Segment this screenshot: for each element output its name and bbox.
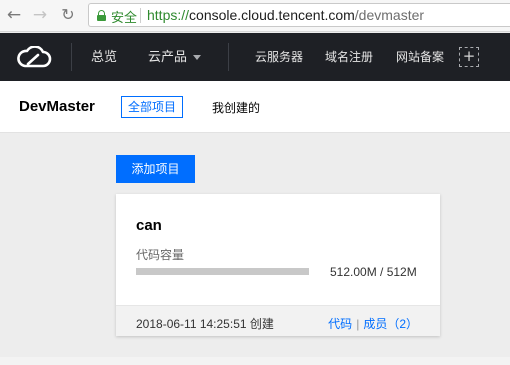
url-text[interactable]: https://console.cloud.tencent.com/devmas… [147, 7, 424, 23]
tab-my-projects[interactable]: 我创建的 [212, 99, 260, 116]
nav-products[interactable]: 云产品 [148, 48, 202, 66]
reload-icon[interactable]: ↻ [58, 5, 78, 25]
link-divider: | [356, 317, 360, 331]
capacity-value: 512.00M / 512M [330, 265, 417, 279]
add-project-button[interactable]: 添加项目 [116, 155, 195, 183]
back-arrow-icon[interactable]: ← [4, 5, 24, 25]
nav-icp[interactable]: 网站备案 [396, 48, 444, 66]
project-name[interactable]: can [136, 217, 162, 234]
code-link[interactable]: 代码 [328, 317, 352, 331]
project-card[interactable]: can 代码容量 512.00M / 512M 2018-06-11 14:25… [116, 194, 440, 336]
capacity-progress-fill [136, 268, 309, 275]
project-card-footer: 2018-06-11 14:25:51 创建 代码 | 成员（2） [116, 305, 440, 336]
address-bar[interactable]: 安全 https://console.cloud.tencent.com/dev… [88, 3, 510, 27]
url-scheme: https:// [147, 7, 190, 23]
tab-all-projects[interactable]: 全部项目 [121, 96, 184, 118]
secure-label: 安全 [111, 10, 138, 25]
nav-overview[interactable]: 总览 [91, 48, 117, 66]
nav-domain[interactable]: 域名注册 [325, 48, 373, 66]
caret-down-icon [193, 55, 202, 61]
page-title: DevMaster [19, 98, 95, 115]
members-link[interactable]: 成员（2） [363, 317, 418, 331]
nav-products-label: 云产品 [148, 49, 188, 64]
cloud-logo-icon[interactable] [16, 46, 52, 68]
created-time: 2018-06-11 14:25:51 创建 [136, 317, 274, 331]
next-card-edge [0, 357, 510, 365]
top-navigation: 总览 云产品 云服务器 域名注册 网站备案 + [0, 33, 510, 81]
forward-arrow-icon[interactable]: → [30, 5, 50, 25]
url-host: console.cloud.tencent.com [189, 7, 355, 23]
address-divider [140, 8, 141, 23]
nav-divider [71, 43, 72, 71]
url-path: /devmaster [354, 7, 425, 23]
capacity-label: 代码容量 [136, 248, 185, 262]
lock-icon [97, 10, 106, 21]
page-header: DevMaster 全部项目 我创建的 [0, 81, 510, 133]
nav-cvm[interactable]: 云服务器 [255, 48, 303, 66]
capacity-progress-bar [136, 268, 309, 275]
nav-divider [228, 43, 229, 71]
browser-toolbar: ← → ↻ 安全 https://console.cloud.tencent.c… [0, 0, 510, 32]
plus-icon[interactable]: + [459, 47, 479, 67]
project-links: 代码 | 成员（2） [328, 315, 418, 332]
